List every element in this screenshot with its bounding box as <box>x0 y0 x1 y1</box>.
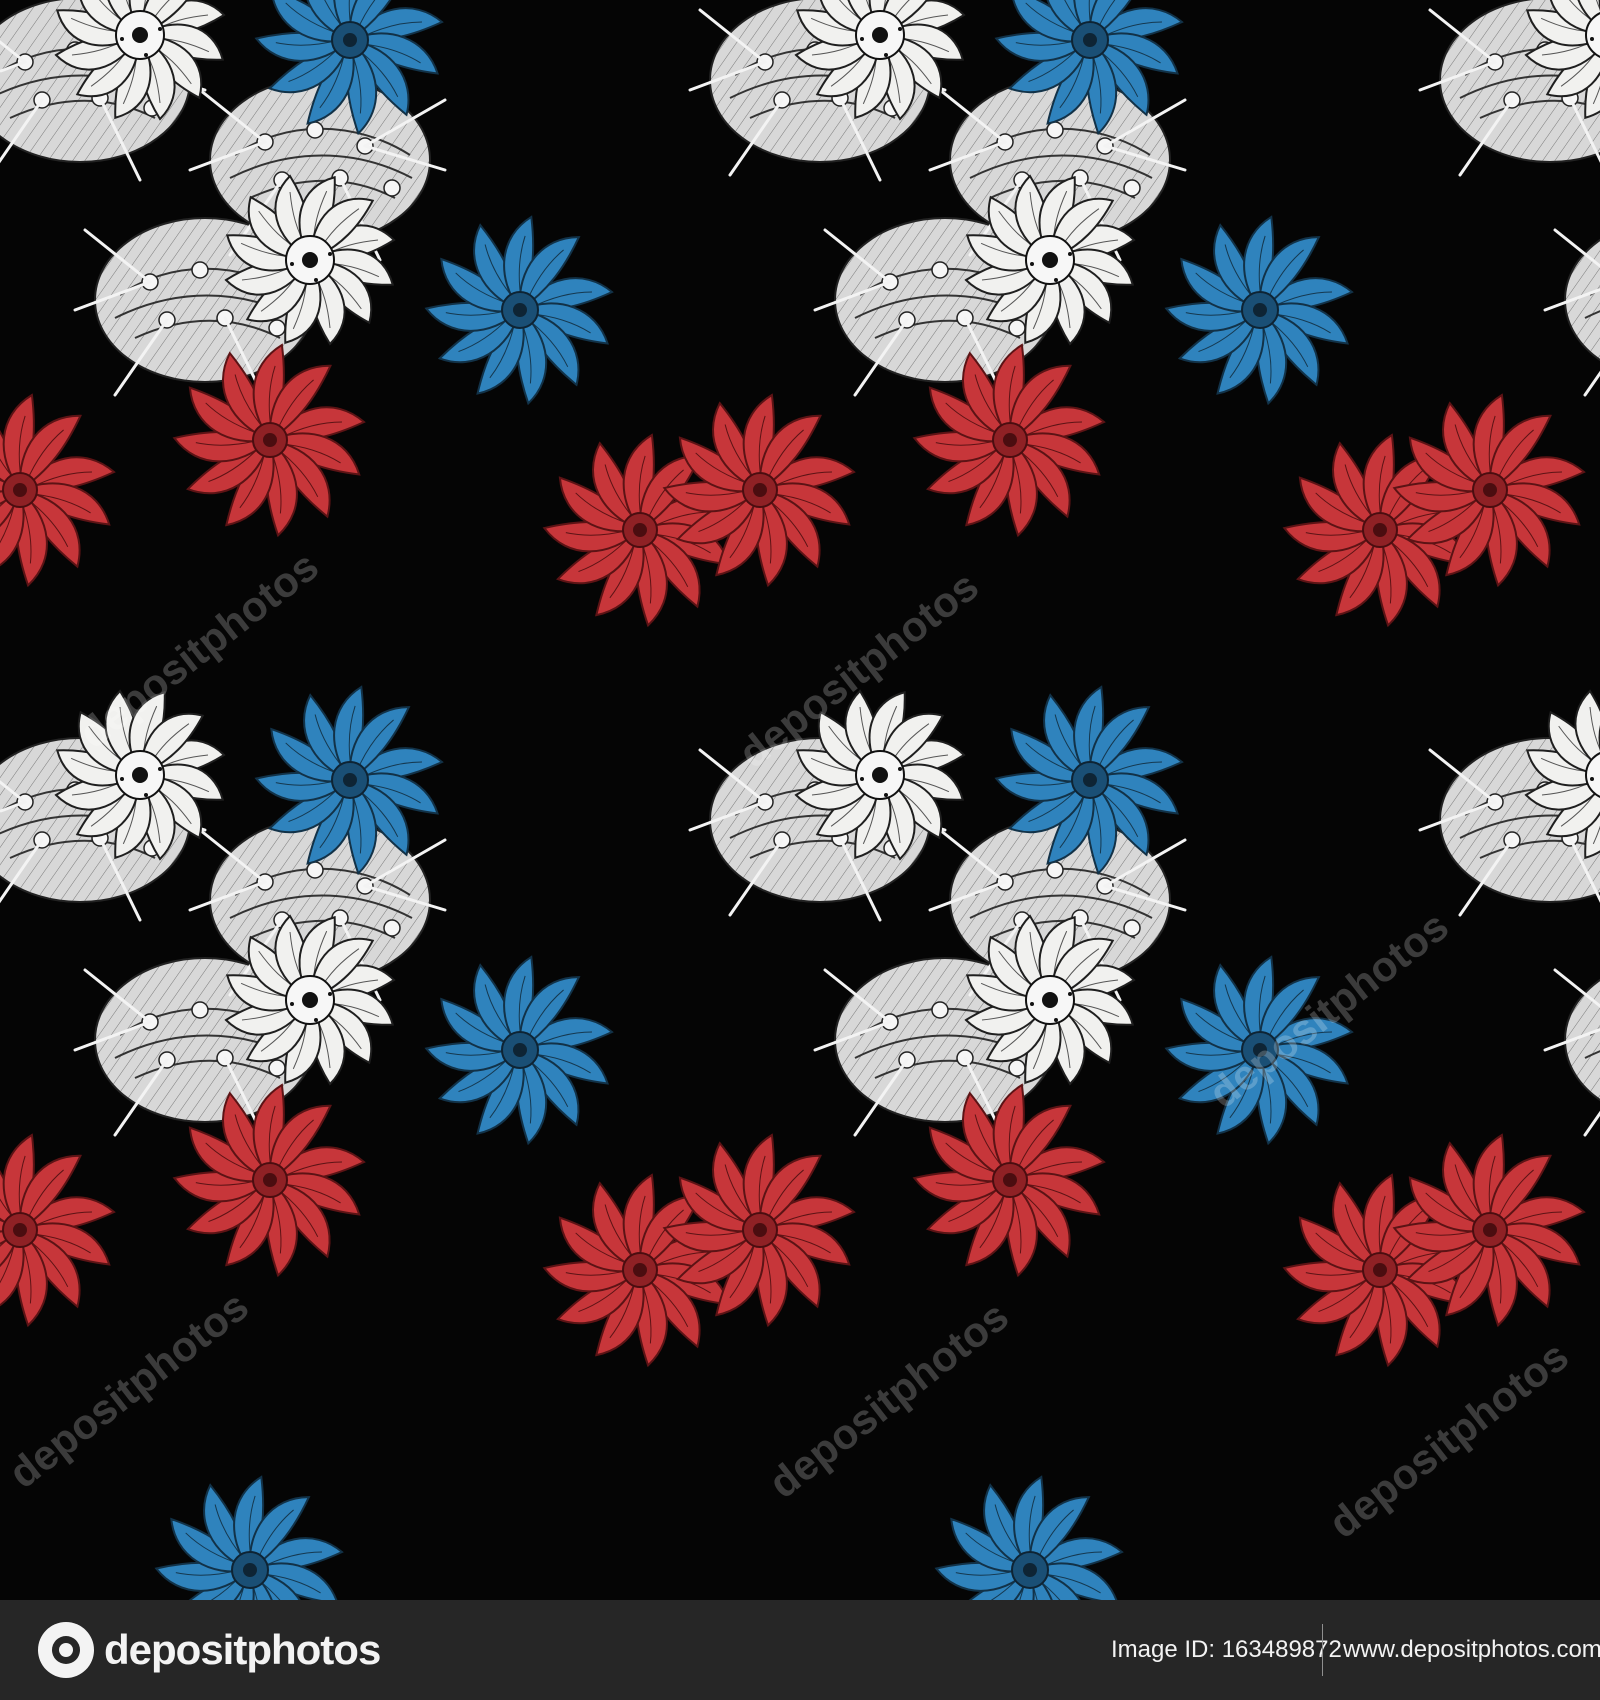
logo-wordmark: depositphotos <box>104 1626 381 1673</box>
seamless-floral-pattern <box>0 0 1600 1600</box>
floral-pattern-image: depositphotos depositphotos depositphoto… <box>0 0 1600 1600</box>
depositphotos-logo: depositphotos <box>38 1620 381 1680</box>
site-url-text: www.depositphotos.com <box>1343 1636 1600 1663</box>
camera-logo-icon <box>38 1622 94 1678</box>
image-id-text: Image ID: 163489872 <box>1111 1636 1342 1663</box>
stock-image-page: depositphotos depositphotos depositphoto… <box>0 0 1600 1700</box>
stock-photo-footer: depositphotos Image ID: 163489872 www.de… <box>0 1600 1600 1700</box>
footer-separator <box>1322 1624 1323 1676</box>
